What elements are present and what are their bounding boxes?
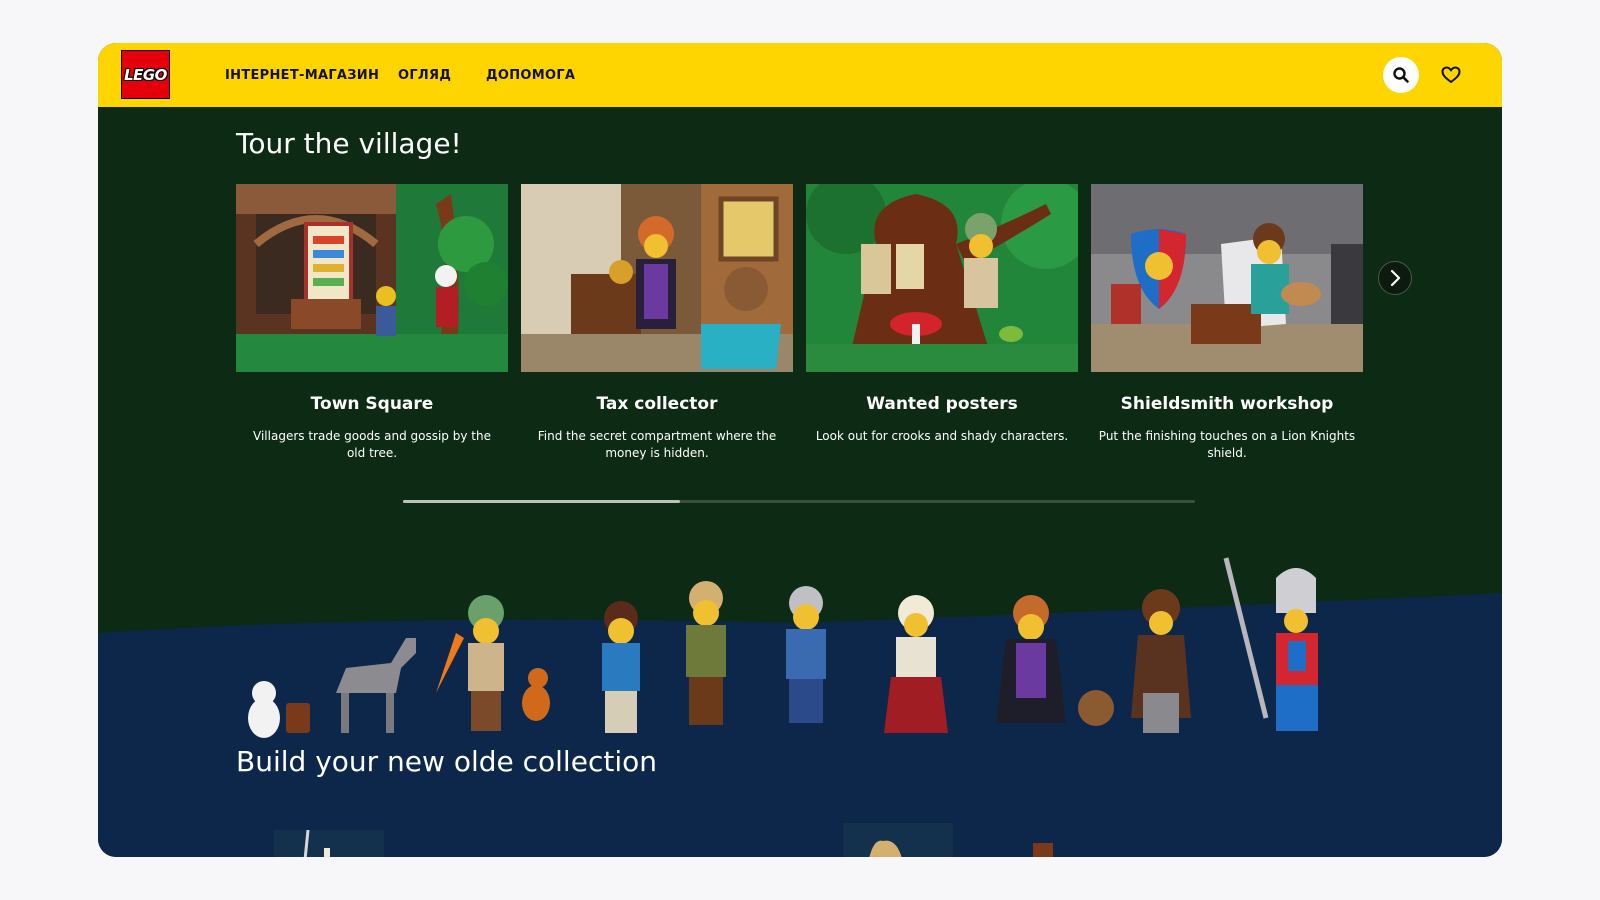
carousel-scrollbar-thumb[interactable] bbox=[403, 500, 681, 503]
tour-card-town-square[interactable]: Town Square Villagers trade goods and go… bbox=[236, 184, 508, 462]
nav-overview[interactable]: ОГЛЯД bbox=[398, 43, 451, 107]
carousel-scrollbar[interactable] bbox=[403, 500, 1195, 503]
nav-help[interactable]: ДОПОМОГА bbox=[486, 43, 575, 107]
chevron-right-icon bbox=[1390, 269, 1401, 287]
card-image-tax-collector bbox=[521, 184, 793, 372]
heart-icon bbox=[1441, 66, 1461, 84]
card-title: Wanted posters bbox=[866, 394, 1018, 414]
search-icon bbox=[1393, 67, 1409, 83]
card-description: Put the finishing touches on a Lion Knig… bbox=[1098, 429, 1356, 460]
product-thumbnail[interactable] bbox=[274, 829, 384, 857]
top-navigation-bar: LEGO ІНТЕРНЕТ-МАГАЗИН ОГЛЯД ДОПОМОГА bbox=[98, 43, 1502, 107]
app-window: LEGO ІНТЕРНЕТ-МАГАЗИН ОГЛЯД ДОПОМОГА Tou… bbox=[98, 43, 1502, 857]
card-image-shieldsmith-workshop bbox=[1091, 184, 1363, 372]
section-title-tour: Tour the village! bbox=[236, 127, 462, 160]
card-title: Tax collector bbox=[596, 394, 718, 414]
card-description: Find the secret compartment where the mo… bbox=[537, 429, 777, 460]
section-title-collection: Build your new olde collection bbox=[236, 745, 657, 778]
tour-card-tax-collector[interactable]: Tax collector Find the secret compartmen… bbox=[521, 184, 793, 462]
card-description: Look out for crooks and shady characters… bbox=[815, 429, 1069, 443]
logo-text: LEGO bbox=[124, 65, 167, 84]
wishlist-button[interactable] bbox=[1435, 59, 1467, 91]
lego-logo[interactable]: LEGO bbox=[121, 50, 170, 99]
card-title: Town Square bbox=[310, 394, 434, 414]
tour-card-shieldsmith-workshop[interactable]: Shieldsmith workshop Put the finishing t… bbox=[1091, 184, 1363, 462]
tour-card-wanted-posters[interactable]: Wanted posters Look out for crooks and s… bbox=[806, 184, 1078, 445]
carousel-next-button[interactable] bbox=[1378, 261, 1412, 295]
product-thumbnail[interactable] bbox=[843, 823, 953, 857]
card-description: Villagers trade goods and gossip by the … bbox=[253, 429, 491, 460]
search-button[interactable] bbox=[1383, 57, 1419, 93]
product-thumbnail[interactable] bbox=[1033, 843, 1053, 857]
card-image-wanted-posters bbox=[806, 184, 1078, 372]
card-image-town-square bbox=[236, 184, 508, 372]
nav-online-store[interactable]: ІНТЕРНЕТ-МАГАЗИН bbox=[225, 43, 379, 107]
card-title: Shieldsmith workshop bbox=[1120, 394, 1334, 414]
minifigure-lineup-image bbox=[248, 557, 1318, 738]
